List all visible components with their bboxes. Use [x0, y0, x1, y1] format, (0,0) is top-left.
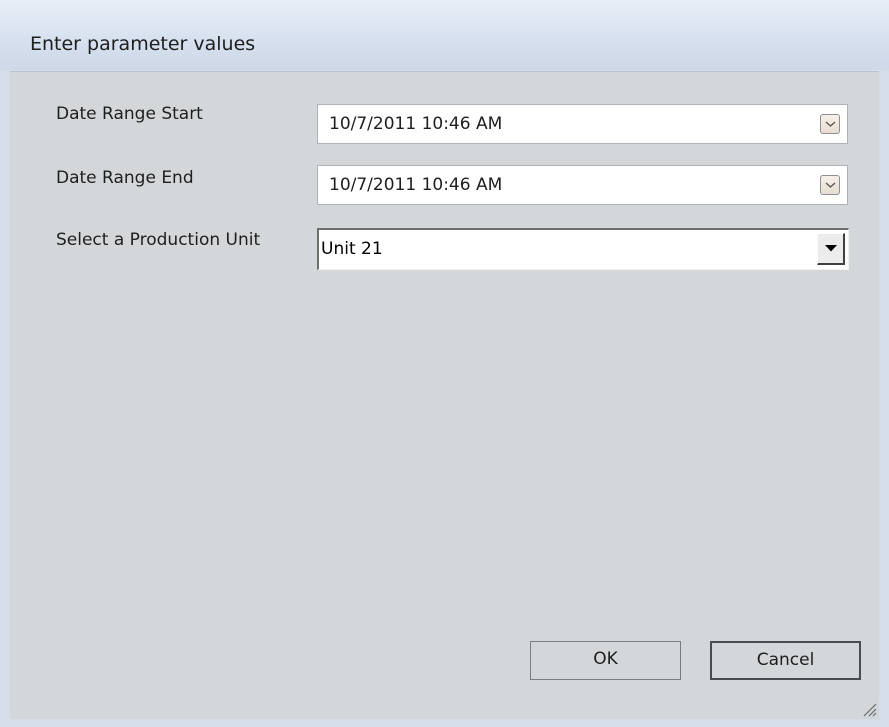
dialog-titlebar[interactable]: Enter parameter values: [0, 0, 889, 70]
dialog-body: Date Range Start 10/7/2011 10:46 AM Date…: [10, 71, 879, 719]
parameter-dialog-window: Enter parameter values Date Range Start …: [0, 0, 889, 727]
dialog-title: Enter parameter values: [30, 33, 256, 55]
triangle-down-icon: [825, 245, 837, 252]
production-unit-label: Select a Production Unit: [56, 230, 261, 250]
chevron-down-icon: [825, 182, 836, 188]
date-range-end-value[interactable]: 10/7/2011 10:46 AM: [329, 175, 502, 195]
date-range-start-picker[interactable]: 10/7/2011 10:46 AM: [317, 104, 848, 144]
date-range-end-dropdown-button[interactable]: [820, 175, 840, 195]
date-range-end-label: Date Range End: [56, 168, 194, 188]
resize-grip-icon[interactable]: [861, 701, 877, 717]
date-range-start-dropdown-button[interactable]: [820, 114, 840, 134]
ok-button[interactable]: OK: [530, 641, 681, 680]
date-range-end-picker[interactable]: 10/7/2011 10:46 AM: [317, 165, 848, 205]
production-unit-value[interactable]: Unit 21: [321, 239, 383, 259]
chevron-down-icon: [825, 121, 836, 127]
production-unit-dropdown-button[interactable]: [817, 233, 845, 265]
date-range-start-value[interactable]: 10/7/2011 10:46 AM: [329, 114, 502, 134]
cancel-button[interactable]: Cancel: [710, 641, 861, 680]
date-range-start-label: Date Range Start: [56, 104, 203, 124]
production-unit-select[interactable]: Unit 21: [317, 228, 849, 270]
